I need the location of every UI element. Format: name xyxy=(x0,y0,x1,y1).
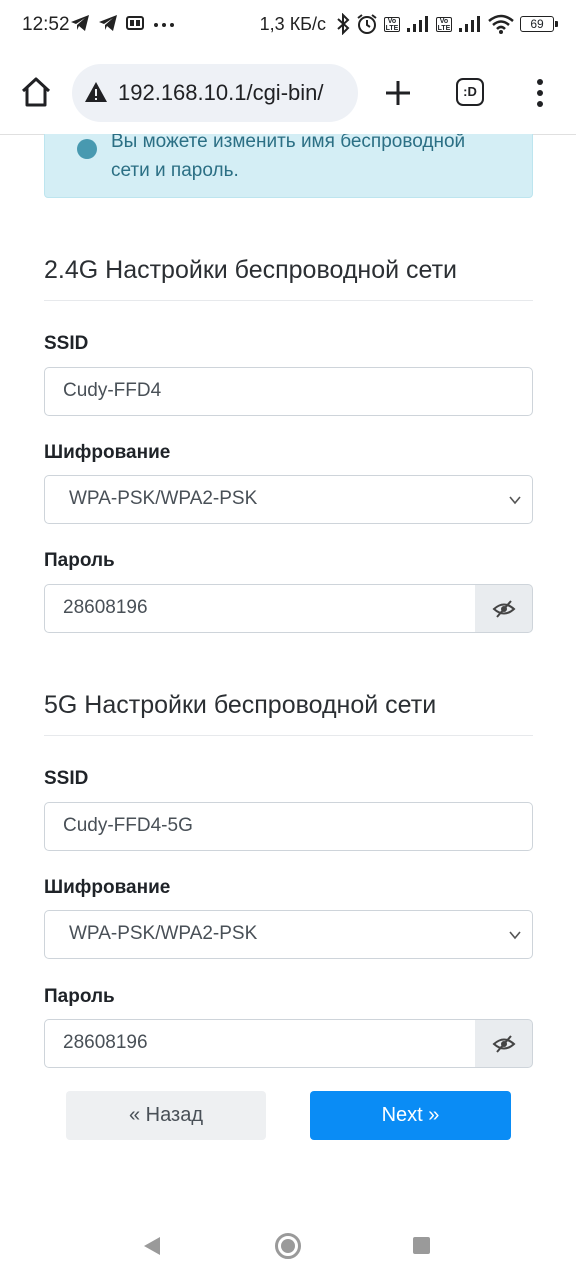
alarm-icon xyxy=(357,14,377,34)
warning-icon[interactable] xyxy=(84,81,108,103)
encryption-value-5g: WPA-PSK/WPA2-PSK xyxy=(69,923,258,944)
kebab-menu-icon[interactable] xyxy=(532,78,548,108)
volte-icon: Vo LTE xyxy=(436,16,452,32)
next-button[interactable]: Next » xyxy=(310,1091,511,1140)
battery-icon: 69 xyxy=(520,16,558,32)
alert-text-line1: Вы можете изменить имя беспроводной xyxy=(111,134,466,152)
eye-slash-icon xyxy=(492,600,516,618)
alert-text-line2: сети и пароль. xyxy=(111,160,239,181)
password-label-5g: Пароль xyxy=(44,986,115,1007)
wifi-icon xyxy=(488,14,514,34)
toggle-password-button-24g[interactable] xyxy=(475,584,533,633)
nav-home-icon[interactable] xyxy=(275,1233,301,1259)
ssid-value-24g: Cudy-FFD4 xyxy=(63,380,162,401)
password-input-24g[interactable]: 28608196 xyxy=(44,584,476,633)
network-speed: 1,3 КБ/с xyxy=(259,13,326,34)
chevron-down-icon xyxy=(509,496,521,505)
page-content: Вы можете изменить имя беспроводной сети… xyxy=(0,134,576,1204)
ssid-input-5g[interactable]: Cudy-FFD4-5G xyxy=(44,802,533,851)
tab-switcher-button[interactable]: :D xyxy=(456,78,484,106)
volte-icon: Vo LTE xyxy=(384,16,400,32)
encryption-select-5g[interactable]: WPA-PSK/WPA2-PSK xyxy=(44,910,533,959)
telegram-icon xyxy=(99,15,117,31)
chevron-down-icon xyxy=(509,931,521,940)
encryption-label-5g: Шифрование xyxy=(44,877,171,898)
ssid-value-5g: Cudy-FFD4-5G xyxy=(63,815,193,836)
eye-slash-icon xyxy=(492,1035,516,1053)
browser-toolbar: 192.168.10.1/cgi-bin/ :D xyxy=(0,52,576,135)
password-value-24g: 28608196 xyxy=(63,597,148,618)
signal-icon xyxy=(459,16,480,32)
section-title-24g: 2.4G Настройки беспроводной сети xyxy=(44,256,458,284)
section-divider xyxy=(44,735,533,736)
nav-back-icon[interactable] xyxy=(142,1235,162,1257)
encryption-select-24g[interactable]: WPA-PSK/WPA2-PSK xyxy=(44,475,533,524)
section-title-5g: 5G Настройки беспроводной сети xyxy=(44,691,437,719)
password-label-24g: Пароль xyxy=(44,550,115,571)
address-bar[interactable]: 192.168.10.1/cgi-bin/ xyxy=(72,64,358,122)
status-bar: 12:52 1,3 КБ/с Vo LTE Vo LTE 69 xyxy=(0,0,576,52)
app-notification-icon xyxy=(126,16,144,30)
back-button[interactable]: « Назад xyxy=(66,1091,266,1140)
clock: 12:52 xyxy=(22,14,70,35)
more-notifications-icon xyxy=(154,23,174,27)
nav-recent-apps-icon[interactable] xyxy=(413,1237,430,1254)
url-text: 192.168.10.1/cgi-bin/ xyxy=(118,80,324,105)
ssid-input-24g[interactable]: Cudy-FFD4 xyxy=(44,367,533,416)
info-icon xyxy=(77,139,97,159)
signal-icon xyxy=(407,16,428,32)
ssid-label-5g: SSID xyxy=(44,768,89,789)
telegram-icon xyxy=(71,15,89,31)
encryption-value-24g: WPA-PSK/WPA2-PSK xyxy=(69,488,258,509)
password-value-5g: 28608196 xyxy=(63,1032,148,1053)
section-divider xyxy=(44,300,533,301)
system-nav-bar xyxy=(0,1204,576,1280)
bluetooth-icon xyxy=(337,13,350,35)
info-alert: Вы можете изменить имя беспроводной сети… xyxy=(44,134,533,198)
password-input-5g[interactable]: 28608196 xyxy=(44,1019,476,1068)
ssid-label-24g: SSID xyxy=(44,333,89,354)
new-tab-icon[interactable] xyxy=(380,75,416,111)
home-icon[interactable] xyxy=(18,74,54,110)
encryption-label-24g: Шифрование xyxy=(44,442,171,463)
toggle-password-button-5g[interactable] xyxy=(475,1019,533,1068)
